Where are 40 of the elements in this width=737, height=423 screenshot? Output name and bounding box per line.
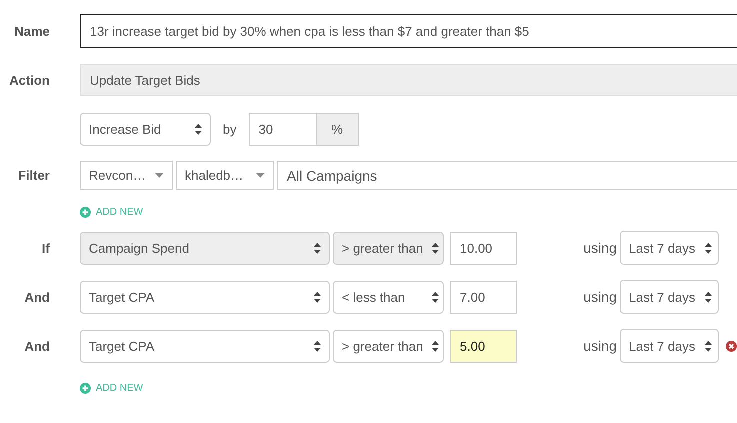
up-down-arrows-icon <box>314 340 321 352</box>
name-input[interactable]: 13r increase target bid by 30% when cpa is less than $7 and greater than $5 <box>80 14 737 48</box>
field-label: Action <box>8 72 50 88</box>
timeframe-select[interactable]: Last 7 days <box>620 329 719 363</box>
filter-select[interactable]: khaledb… <box>176 161 274 190</box>
up-down-arrows-icon <box>314 292 321 302</box>
amount-input[interactable]: 30 <box>248 113 317 146</box>
bid-mode-select[interactable]: Increase Bid <box>80 113 211 146</box>
timeframe-select[interactable]: Last 7 days <box>620 280 719 314</box>
by-label: by <box>223 122 237 137</box>
plus-circle-icon <box>80 383 91 394</box>
condition-label: And <box>24 290 50 304</box>
using-label: using <box>582 240 617 256</box>
remove-icon[interactable] <box>726 340 737 352</box>
caret-icon <box>155 173 164 178</box>
operator-select[interactable]: > greater than <box>333 330 444 362</box>
value-input[interactable]: 5.00 <box>450 330 517 362</box>
campaign-select[interactable]: All Campaigns <box>277 161 737 190</box>
up-down-arrows-icon <box>432 242 439 254</box>
using-label: using <box>582 289 617 305</box>
condition-label: If <box>41 240 50 256</box>
plus-circle-icon <box>80 206 91 218</box>
metric-select[interactable]: Target CPA <box>80 280 330 314</box>
value-input[interactable]: 7.00 <box>450 280 517 314</box>
up-down-arrows-icon <box>314 242 321 254</box>
filter-select[interactable]: Revcon… <box>80 161 173 190</box>
up-down-arrows-icon <box>705 242 712 254</box>
field-label: Filter <box>17 168 50 183</box>
metric-select[interactable]: Target CPA <box>80 330 330 362</box>
field-label: Name <box>14 24 50 38</box>
condition-label: And <box>24 338 50 354</box>
up-down-arrows-icon <box>432 340 439 352</box>
up-down-arrows-icon <box>705 340 712 352</box>
operator-select[interactable]: < less than <box>333 280 444 314</box>
caret-icon <box>256 173 265 178</box>
percent-addon: % <box>316 113 359 146</box>
using-label: using <box>582 338 617 354</box>
up-down-arrows-icon <box>432 292 439 302</box>
up-down-arrows-icon <box>705 292 712 302</box>
up-down-arrows-icon <box>195 124 202 135</box>
